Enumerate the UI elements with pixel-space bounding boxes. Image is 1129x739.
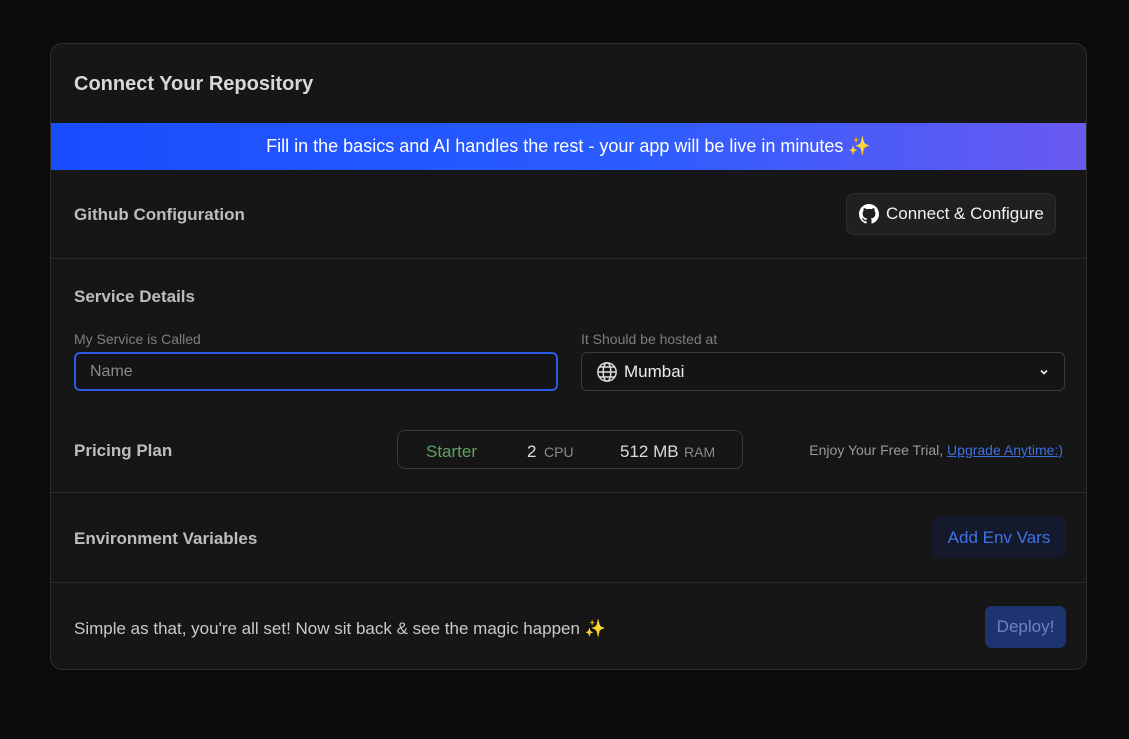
connect-configure-button[interactable]: Connect & Configure [846, 193, 1056, 235]
cpu-unit: CPU [544, 444, 574, 460]
host-location-select[interactable]: Mumbai [581, 352, 1065, 391]
env-section-label: Environment Variables [74, 529, 258, 548]
host-location-value: Mumbai [624, 361, 685, 381]
ram-value: 512 MB [620, 442, 679, 461]
footer-message: Simple as that, you're all set! Now sit … [74, 619, 606, 638]
service-section-label: Service Details [74, 287, 195, 306]
pricing-section-label: Pricing Plan [74, 441, 173, 460]
globe-icon [597, 361, 617, 382]
divider [51, 492, 1086, 493]
connect-configure-label: Connect & Configure [886, 204, 1044, 223]
github-icon [859, 204, 879, 224]
cpu-value: 2 [527, 442, 537, 461]
pricing-plan-box[interactable]: Starter 2 CPU 512 MB RAM [397, 430, 743, 469]
service-name-input[interactable] [74, 352, 558, 391]
host-location-label: It Should be hosted at [581, 331, 718, 347]
upgrade-link[interactable]: Upgrade Anytime:) [947, 442, 1063, 458]
info-banner: Fill in the basics and AI handles the re… [51, 123, 1086, 170]
add-env-vars-button[interactable]: Add Env Vars [932, 517, 1066, 558]
chevron-down-icon [1040, 369, 1048, 375]
github-section-label: Github Configuration [74, 205, 245, 224]
divider [51, 582, 1086, 583]
plan-name: Starter [426, 442, 478, 461]
service-name-label: My Service is Called [74, 331, 201, 347]
trial-text: Enjoy Your Free Trial, [809, 442, 944, 458]
page-title: Connect Your Repository [74, 73, 314, 95]
repository-card: Connect Your Repository Fill in the basi… [50, 43, 1087, 670]
deploy-button[interactable]: Deploy! [985, 606, 1066, 648]
banner-text: Fill in the basics and AI handles the re… [266, 136, 871, 156]
ram-unit: RAM [684, 444, 716, 460]
divider [51, 258, 1086, 259]
trial-notice: Enjoy Your Free Trial, Upgrade Anytime:) [809, 442, 1063, 458]
